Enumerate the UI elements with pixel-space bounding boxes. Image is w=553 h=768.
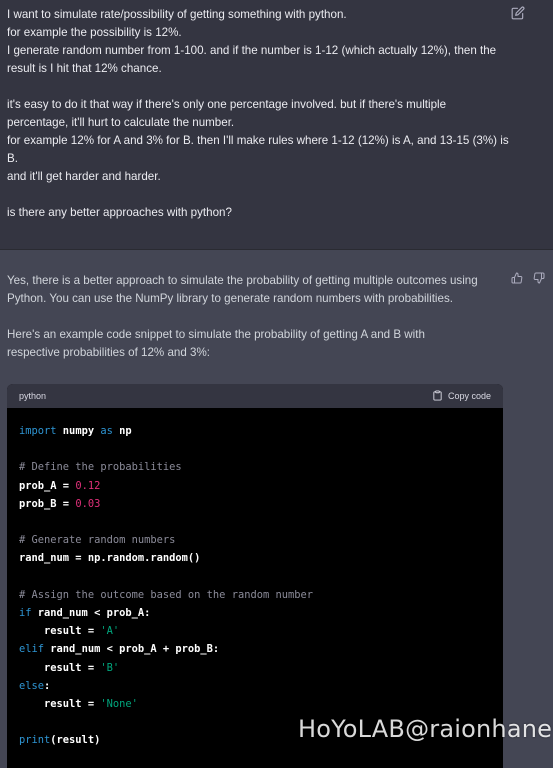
code-line: prob_A = 0.12 (19, 477, 491, 495)
assistant-line: Here's an example code snippet to simula… (7, 328, 425, 341)
code-line: import numpy as np (19, 422, 491, 440)
code-token: result = (19, 625, 101, 638)
code-body: import numpy as np # Define the probabili… (7, 408, 503, 764)
code-token: 'B' (100, 661, 120, 674)
thumbs-up-icon[interactable] (511, 271, 523, 284)
edit-icon[interactable] (511, 6, 525, 20)
code-token: prob_B = (19, 497, 76, 510)
feedback-buttons (511, 271, 545, 284)
code-line: # Generate random numbers (19, 531, 491, 549)
code-token: # Assign the outcome based on the random… (19, 588, 314, 601)
code-line: elif rand_num < prob_A + prob_B: (19, 640, 491, 658)
user-message-line: B. (7, 152, 18, 165)
code-token: : (44, 679, 51, 692)
user-message-line: result is I hit that 12% chance. (7, 62, 162, 75)
user-message-line: and it'll get harder and harder. (7, 170, 161, 183)
assistant-line: respective probabilities of 12% and 3%: (7, 346, 211, 359)
code-block: python Copy code import numpy as np # Def… (7, 384, 503, 768)
copy-code-button[interactable]: Copy code (432, 389, 491, 403)
code-line: result = 'None' (19, 695, 491, 713)
code-token: result = (19, 698, 101, 710)
user-message-text: I want to simulate rate/possibility of g… (7, 6, 509, 222)
watermark: HoYoLAB@raionhane (298, 715, 553, 743)
code-token: as (100, 425, 113, 437)
code-token: (result) (50, 734, 101, 747)
code-line: prob_B = 0.03 (19, 495, 491, 513)
code-token: elif (19, 643, 45, 656)
code-line: rand_num = np.random.random() (19, 549, 491, 567)
code-line: # Assign the outcome based on the random… (19, 586, 491, 604)
user-message-line (7, 78, 507, 96)
thumbs-down-icon[interactable] (533, 271, 545, 284)
assistant-paragraph: Here's an example code snippet to simula… (7, 326, 507, 362)
user-message-line: I generate random number from 1-100. and… (7, 44, 497, 57)
code-token: 0.03 (75, 497, 101, 510)
code-token: 'None' (100, 698, 138, 710)
user-message-line (7, 186, 507, 204)
code-header: python Copy code (7, 384, 503, 408)
code-token: if (19, 606, 32, 619)
clipboard-icon (432, 389, 443, 403)
code-line: # Define the probabilities (19, 458, 491, 476)
code-token: rand_num < prob_A: (31, 606, 151, 619)
code-token: else (19, 679, 45, 692)
code-token: rand_num < prob_A + prob_B: (44, 643, 220, 656)
code-language-label: python (19, 391, 47, 401)
code-token: # Generate random numbers (19, 534, 176, 547)
code-token: prob_A = (19, 479, 76, 492)
code-token: import (19, 425, 57, 437)
user-message-line: percentage, it'll hurt to calculate the … (7, 116, 235, 129)
code-token: np (112, 425, 132, 437)
user-message: I want to simulate rate/possibility of g… (0, 0, 553, 250)
copy-code-label: Copy code (447, 391, 491, 401)
user-message-line: is there any better approaches with pyth… (7, 206, 232, 219)
code-token: rand_num = np.random.random() (19, 552, 201, 565)
user-message-line: it's easy to do it that way if there's o… (7, 98, 447, 111)
code-line: result = 'B' (19, 659, 491, 677)
user-message-line: for example 12% for A and 3% for B. then… (7, 134, 509, 147)
code-token: # Define the probabilities (19, 461, 182, 474)
code-token: print (19, 734, 51, 747)
code-line: else: (19, 677, 491, 695)
code-token: 0.12 (75, 479, 101, 492)
code-line: if rand_num < prob_A: (19, 604, 491, 622)
assistant-line: Yes, there is a better approach to simul… (7, 274, 478, 287)
assistant-message: Yes, there is a better approach to simul… (7, 272, 507, 380)
code-token: 'A' (100, 625, 120, 638)
code-token: result = (19, 661, 101, 674)
user-message-line: I want to simulate rate/possibility of g… (7, 8, 347, 21)
code-line: result = 'A' (19, 622, 491, 640)
code-token: numpy (56, 425, 101, 437)
assistant-paragraph: Yes, there is a better approach to simul… (7, 272, 507, 308)
user-message-line: for example the possibility is 12%. (7, 26, 182, 39)
assistant-line: Python. You can use the NumPy library to… (7, 292, 453, 305)
